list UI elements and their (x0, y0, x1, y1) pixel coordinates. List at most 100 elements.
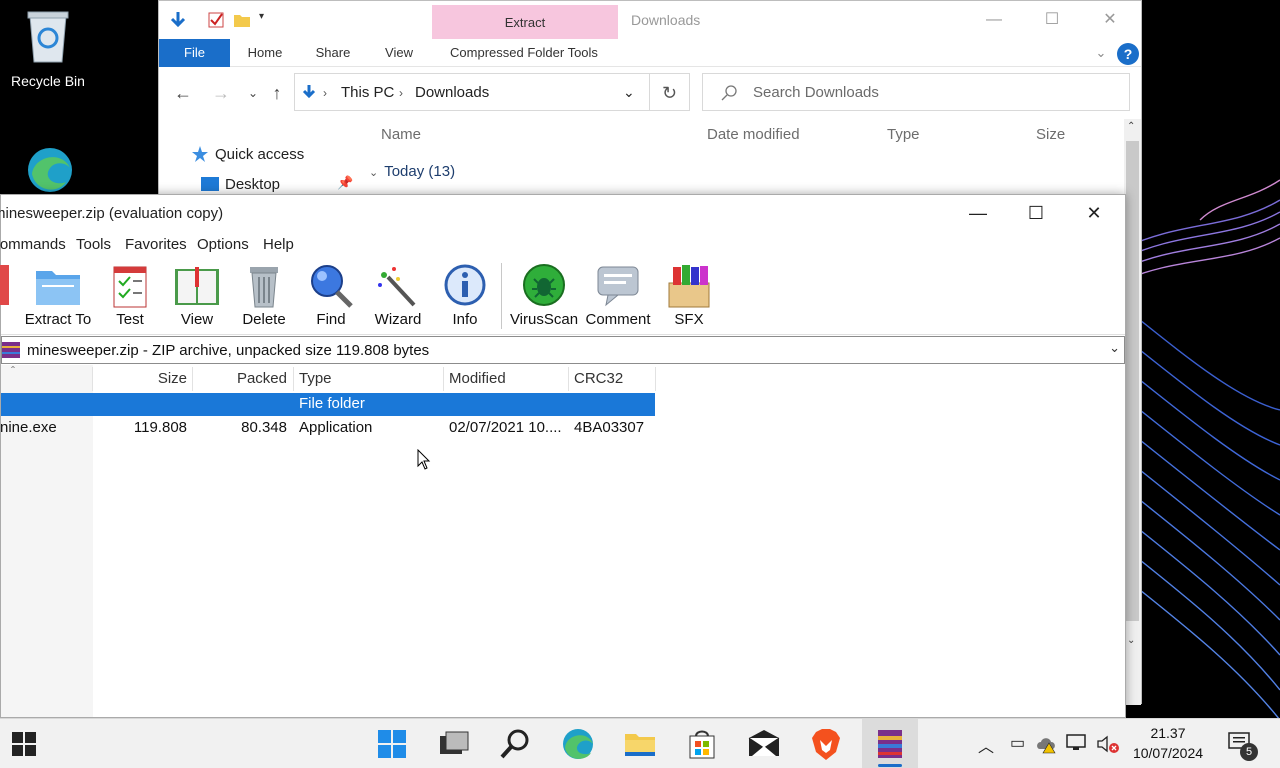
test-icon (113, 266, 147, 308)
test-button[interactable]: Test (93, 261, 167, 331)
table-row[interactable]: nine.exe 119.808 80.348 Application 02/0… (0, 417, 655, 440)
breadcrumb-separator-icon: › (399, 86, 403, 100)
winrar-taskbar-active[interactable] (862, 719, 918, 768)
column-size[interactable]: Size (1036, 126, 1065, 143)
meet-now-icon[interactable]: ▭ (1010, 733, 1025, 753)
winrar-taskbar-icon (878, 730, 902, 758)
file-explorer-taskbar-icon[interactable] (622, 726, 658, 762)
tab-compressed-folder-tools[interactable]: Compressed Folder Tools (434, 39, 614, 67)
extract-contextual-tab[interactable]: Extract (432, 5, 618, 39)
explorer-scrollbar[interactable]: ⌃ ⌄ (1124, 119, 1141, 705)
up-arrow-icon[interactable]: ↑ (265, 81, 289, 105)
path-dropdown-icon[interactable]: ⌄ (1109, 340, 1120, 356)
breadcrumb-this-pc[interactable]: This PC (341, 84, 394, 101)
column-type[interactable]: Type (299, 367, 332, 393)
comment-button[interactable]: Comment (581, 261, 655, 331)
scroll-up-icon[interactable]: ⌃ (1127, 121, 1135, 132)
qat-dropdown-icon[interactable]: ▾ (259, 11, 277, 29)
nav-desktop[interactable]: Desktop (225, 176, 280, 193)
winrar-maximize-button[interactable]: ☐ (1007, 195, 1065, 231)
recycle-bin-shortcut[interactable]: Recycle Bin (0, 8, 96, 89)
new-folder-icon[interactable] (233, 11, 251, 29)
winrar-minimize-button[interactable]: — (949, 195, 1007, 231)
search-icon (721, 85, 737, 101)
column-size[interactable]: Size (93, 367, 187, 393)
start-menu-icon[interactable] (374, 726, 410, 762)
ribbon-tabs: File Home Share View Compressed Folder T… (159, 39, 1141, 67)
windows-start-icon[interactable] (12, 732, 36, 756)
volume-muted-icon[interactable] (1096, 734, 1120, 754)
explorer-minimize-button[interactable]: — (965, 1, 1023, 39)
archive-info-text: minesweeper.zip - ZIP archive, unpacked … (27, 342, 430, 359)
tab-home[interactable]: Home (237, 39, 293, 67)
help-button[interactable]: ? (1117, 43, 1139, 65)
recent-locations-icon[interactable]: ⌄ (241, 81, 265, 105)
address-dropdown-icon[interactable]: ⌄ (623, 84, 635, 101)
show-hidden-icons-icon[interactable]: ︿ (978, 733, 994, 757)
clock[interactable]: 21.37 10/07/2024 (1124, 723, 1212, 763)
column-modified[interactable]: Modified (449, 367, 506, 393)
network-icon[interactable] (1066, 734, 1088, 752)
clock-time: 21.37 (1150, 725, 1186, 741)
menu-tools[interactable]: Tools (76, 236, 111, 253)
recycle-bin-label: Recycle Bin (11, 73, 85, 89)
menu-options[interactable]: Options (197, 236, 249, 253)
winrar-close-button[interactable]: ✕ (1065, 195, 1123, 231)
group-today[interactable]: ⌄ Today (13) (369, 163, 455, 180)
nav-quick-access[interactable]: Quick access (215, 146, 304, 163)
menu-help[interactable]: Help (263, 236, 294, 253)
extract-to-label: Extract To (24, 311, 92, 328)
explorer-close-button[interactable]: ✕ (1081, 1, 1139, 39)
explorer-maximize-button[interactable]: ☐ (1023, 1, 1081, 39)
add-icon[interactable] (0, 265, 9, 305)
breadcrumb-separator-icon: › (323, 86, 327, 100)
row-crc32: 4BA03307 (574, 419, 645, 436)
tab-view[interactable]: View (371, 39, 427, 67)
delete-button[interactable]: Delete (227, 261, 301, 331)
search-input[interactable]: Search Downloads (702, 73, 1130, 111)
wizard-button[interactable]: Wizard (361, 261, 435, 331)
column-separator (443, 367, 444, 391)
menu-commands[interactable]: Commands (0, 236, 66, 253)
group-collapse-icon[interactable]: ⌄ (369, 167, 378, 179)
column-date-modified[interactable]: Date modified (707, 126, 800, 143)
search-taskbar-icon[interactable] (498, 726, 534, 762)
extract-to-button[interactable]: Extract To (21, 261, 95, 331)
winrar-titlebar[interactable]: minesweeper.zip (evaluation copy) — ☐ ✕ (0, 195, 1125, 231)
column-type[interactable]: Type (887, 126, 920, 143)
wizard-label: Wizard (374, 311, 422, 328)
back-arrow-icon[interactable]: ← (171, 81, 195, 105)
store-taskbar-icon[interactable] (684, 726, 720, 762)
pin-icon[interactable]: 📌 (337, 175, 353, 191)
forward-arrow-icon[interactable]: → (209, 81, 233, 105)
column-crc32[interactable]: CRC32 (574, 367, 623, 393)
weather-cloud-icon[interactable] (1036, 733, 1060, 755)
virusscan-button[interactable]: VirusScan (507, 261, 581, 331)
task-view-icon[interactable] (436, 726, 472, 762)
tab-share[interactable]: Share (305, 39, 361, 67)
edge-taskbar-icon[interactable] (560, 726, 596, 762)
menu-favorites[interactable]: Favorites (125, 236, 187, 253)
scroll-down-icon[interactable]: ⌄ (1127, 635, 1135, 646)
column-packed[interactable]: Packed (193, 367, 287, 393)
address-bar[interactable]: › This PC › Downloads ⌄ (294, 73, 650, 111)
download-arrow-icon[interactable] (169, 11, 187, 29)
sfx-button[interactable]: SFX (652, 261, 726, 331)
table-row[interactable]: File folder (1, 393, 655, 416)
find-label: Find (316, 311, 346, 328)
column-name[interactable]: Name (381, 126, 421, 143)
column-separator (655, 367, 656, 391)
breadcrumb-downloads[interactable]: Downloads (415, 84, 489, 101)
brave-taskbar-icon[interactable] (808, 726, 844, 762)
tab-file[interactable]: File (159, 39, 230, 67)
refresh-button[interactable]: ↻ (650, 73, 690, 111)
ribbon-expand-icon[interactable]: ⌄ (1089, 39, 1113, 67)
scroll-thumb[interactable] (1126, 141, 1139, 621)
archive-path-bar[interactable]: minesweeper.zip - ZIP archive, unpacked … (1, 336, 1125, 364)
file-list: ˆ Size Packed Type Modified CRC32 File f… (0, 364, 1125, 717)
find-button[interactable]: Find (294, 261, 368, 331)
properties-icon[interactable] (207, 11, 225, 29)
info-button[interactable]: Info (428, 261, 502, 331)
mail-taskbar-icon[interactable] (746, 726, 782, 762)
view-button[interactable]: View (160, 261, 234, 331)
